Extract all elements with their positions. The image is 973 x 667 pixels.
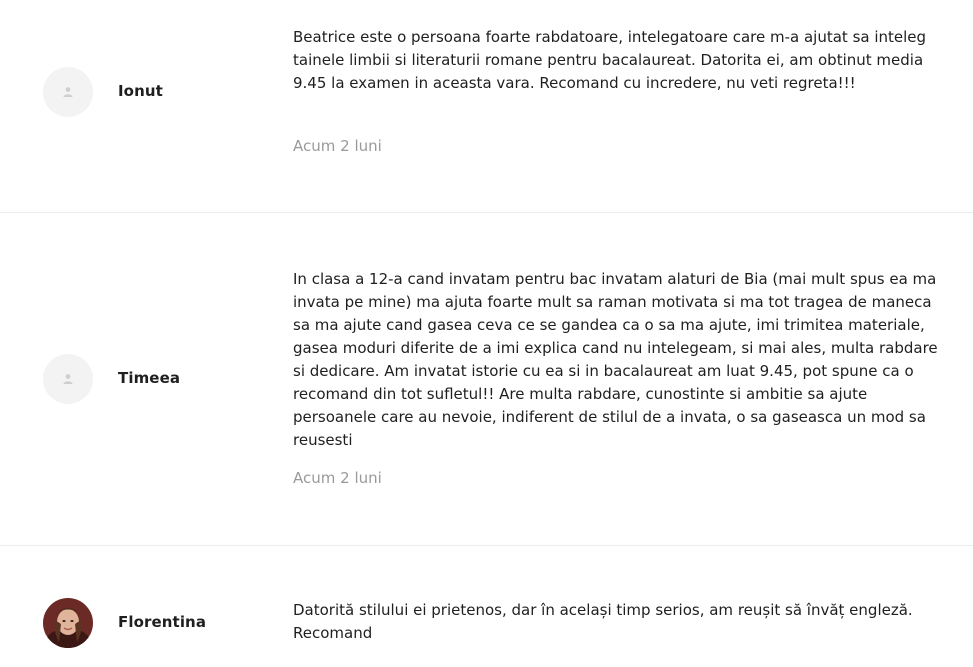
review-author: Ionut: [118, 82, 163, 100]
review-item: Florentina Datorită stilului ei prieteno…: [0, 546, 973, 667]
profile-photo: [43, 598, 93, 648]
review-text: Beatrice este o persoana foarte rabdatoa…: [293, 28, 927, 92]
avatar: [43, 598, 93, 648]
review-text: Datorită stilului ei prietenos, dar în a…: [293, 601, 913, 642]
review-author: Timeea: [118, 369, 181, 387]
review-text: In clasa a 12-a cand invatam pentru bac …: [293, 270, 938, 449]
reviews-list: Ionut Beatrice este o persoana foarte ra…: [0, 0, 973, 667]
review-item: Timeea In clasa a 12-a cand invatam pent…: [0, 212, 973, 546]
user-icon: [63, 87, 73, 97]
review-author: Florentina: [118, 613, 207, 631]
review-time: Acum 2 luni: [293, 469, 382, 487]
review-item: Ionut Beatrice este o persoana foarte ra…: [0, 0, 973, 213]
review-time: Acum 2 luni: [293, 137, 382, 155]
avatar: [43, 354, 93, 404]
avatar: [43, 67, 93, 117]
user-icon: [63, 374, 73, 384]
